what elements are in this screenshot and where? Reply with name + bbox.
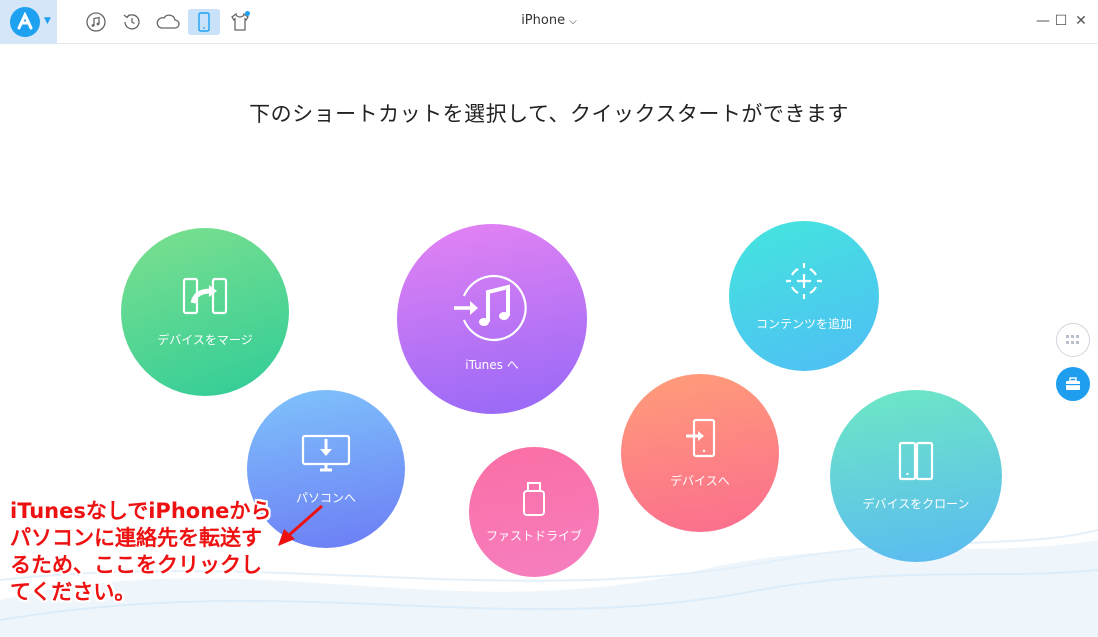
merge-device-button[interactable]: デバイスをマージ — [121, 228, 289, 396]
restore-icon[interactable] — [120, 10, 144, 34]
logo-dropdown-icon[interactable]: ▼ — [44, 16, 51, 26]
toolbox-button[interactable] — [1056, 367, 1090, 401]
add-content-button[interactable]: コンテンツを追加 — [729, 221, 879, 371]
phone-icon[interactable] — [188, 9, 220, 35]
add-content-icon — [786, 262, 822, 299]
usb-drive-icon — [523, 481, 545, 516]
to-itunes-label: iTunes へ — [465, 357, 519, 372]
close-button[interactable]: ✕ — [1073, 12, 1089, 30]
clone-device-label: デバイスをクローン — [862, 496, 970, 511]
fast-drive-label: ファストドライブ — [485, 528, 582, 543]
app-logo-icon — [10, 7, 40, 37]
clone-device-button[interactable]: デバイスをクローン — [830, 390, 1002, 562]
toolbox-icon — [1066, 377, 1080, 390]
annotation-arrow-icon — [278, 504, 323, 546]
minimize-button[interactable]: — — [1035, 12, 1051, 30]
to-device-label: デバイスへ — [670, 473, 730, 488]
add-content-label: コンテンツを追加 — [755, 316, 852, 331]
annotation-text: iTunesなしでiPhoneからパソコンに連絡先を転送するため、ここをクリック… — [10, 499, 272, 604]
computer-download-icon — [301, 434, 351, 471]
to-device-button[interactable]: デバイスへ — [621, 374, 779, 532]
title-bar: ▼ iPhone ⌵ — ☐ ✕ — [0, 0, 1098, 44]
itunes-icon — [454, 274, 527, 341]
merge-device-label: デバイスをマージ — [157, 332, 253, 347]
tshirt-icon[interactable] — [228, 10, 252, 34]
phone-import-icon — [686, 418, 716, 457]
clone-icon — [898, 441, 934, 480]
merge-icon — [182, 277, 228, 314]
grid-icon — [1066, 335, 1079, 344]
to-itunes-button[interactable]: iTunes へ — [397, 224, 587, 414]
cloud-icon[interactable] — [155, 10, 181, 34]
device-name[interactable]: iPhone — [521, 13, 565, 28]
page-headline: 下のショートカットを選択して、クイックスタートができます — [249, 102, 849, 126]
fast-drive-button[interactable]: ファストドライブ — [469, 447, 599, 577]
app-logo-button[interactable]: ▼ — [0, 0, 57, 44]
music-icon[interactable] — [84, 10, 108, 34]
apps-grid-button[interactable] — [1056, 323, 1090, 357]
maximize-button[interactable]: ☐ — [1053, 12, 1069, 30]
chevron-down-icon[interactable]: ⌵ — [569, 16, 577, 27]
